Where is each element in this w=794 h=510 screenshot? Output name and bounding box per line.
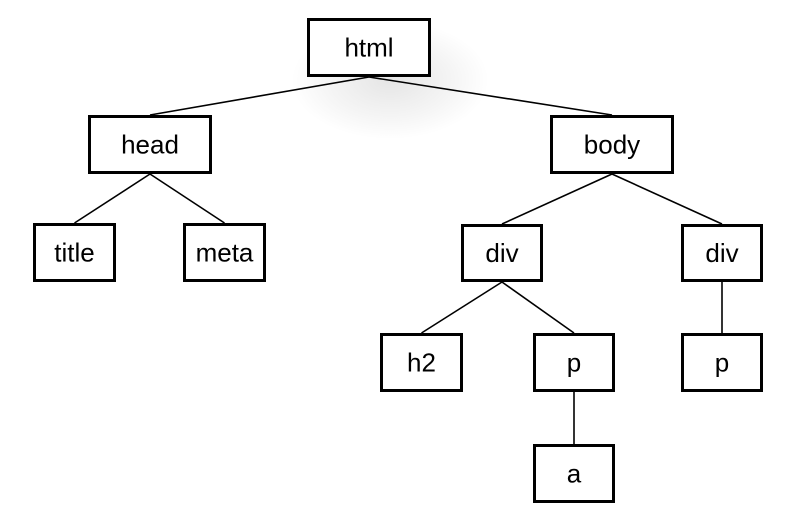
nodes: html head body title meta div div h2 p p a [33, 18, 763, 503]
node-div2: div [681, 224, 763, 282]
node-label: meta [196, 238, 254, 268]
node-label: h2 [407, 348, 436, 378]
node-meta: meta [183, 223, 266, 282]
edge-div1-h2 [421, 281, 503, 334]
node-p1: p [533, 333, 615, 392]
edge-body-div2 [611, 173, 723, 225]
node-label: p [567, 348, 581, 378]
node-label: body [584, 130, 640, 160]
node-label: title [54, 238, 94, 268]
edge-div1-p1 [501, 281, 575, 334]
edge-head-title [74, 173, 151, 224]
edge-body-div1 [501, 173, 613, 225]
node-label: p [715, 348, 729, 378]
node-label: a [567, 459, 582, 489]
node-a: a [533, 444, 615, 503]
node-html: html [307, 18, 431, 77]
node-title: title [33, 223, 116, 282]
edge-html-head [149, 76, 370, 116]
node-p2: p [681, 333, 763, 392]
node-label: div [705, 238, 738, 268]
node-body: body [550, 115, 674, 174]
edge-html-body [368, 76, 613, 116]
node-label: head [121, 130, 179, 160]
node-div1: div [461, 224, 543, 282]
dom-tree-diagram: html head body title meta div div h2 p p a [0, 0, 794, 510]
node-label: html [344, 33, 393, 63]
node-h2: h2 [380, 333, 463, 392]
node-head: head [88, 115, 212, 174]
edge-head-meta [149, 173, 225, 224]
node-label: div [485, 238, 518, 268]
tree-svg: html head body title meta div div h2 p p a [33, 18, 763, 503]
